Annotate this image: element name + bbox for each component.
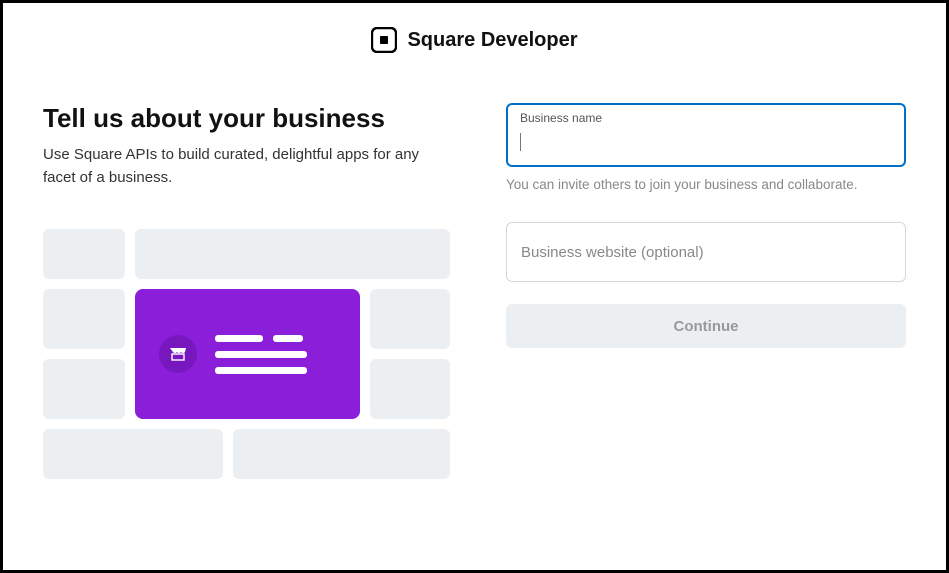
decorative-tile [43, 229, 125, 279]
continue-button[interactable]: Continue [506, 304, 906, 348]
business-name-label: Business name [520, 111, 602, 125]
business-website-input[interactable] [506, 222, 906, 282]
decorative-tile [370, 359, 450, 419]
decorative-tile [233, 429, 450, 479]
brand-text: Square Developer [407, 29, 577, 52]
decorative-tile [370, 289, 450, 349]
decorative-line [215, 351, 307, 358]
decorative-line [215, 367, 307, 374]
decorative-tile [135, 229, 450, 279]
decorative-line [215, 335, 263, 342]
decorative-line [273, 335, 303, 342]
text-cursor [520, 133, 521, 151]
business-illustration [43, 229, 450, 479]
storefront-icon [159, 335, 197, 373]
business-card-illustration [135, 289, 360, 419]
business-name-field-group: Business name [506, 103, 906, 167]
decorative-tile [43, 289, 125, 349]
business-name-helper: You can invite others to join your busin… [506, 177, 906, 192]
decorative-tile [43, 429, 223, 479]
decorative-tile [43, 359, 125, 419]
header: Square Developer [43, 27, 906, 53]
page-heading: Tell us about your business [43, 103, 450, 134]
page-subheading: Use Square APIs to build curated, deligh… [43, 144, 450, 189]
square-logo-icon [371, 27, 397, 53]
